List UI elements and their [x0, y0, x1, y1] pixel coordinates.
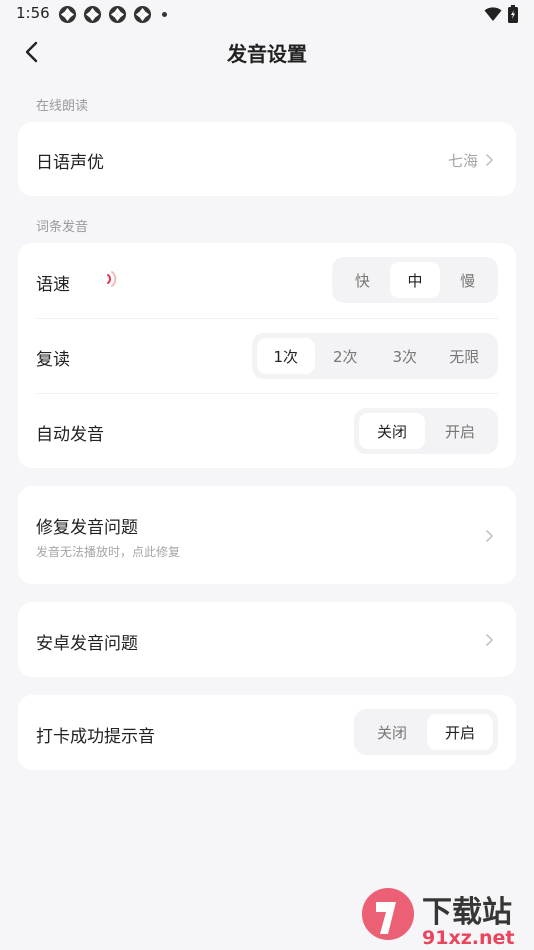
repeat-option[interactable]: 无限	[436, 338, 494, 374]
speed-label: 语速	[36, 275, 70, 295]
checkin-sound-label: 打卡成功提示音	[36, 727, 155, 747]
wifi-icon	[484, 6, 502, 26]
checkin-card: 打卡成功提示音 关闭 开启	[18, 695, 516, 770]
android-card: 安卓发音问题	[18, 602, 516, 677]
speed-segmented-control: 快中慢	[332, 257, 498, 303]
notification-app-icon	[58, 5, 77, 24]
auto-pronounce-segmented-control: 关闭 开启	[354, 408, 498, 454]
entry-card: 语速 快中慢 复读 1次 2次 3次 无限 自动发音 关闭 开启	[18, 243, 516, 468]
checkin-sound-segmented-control: 关闭 开启	[354, 709, 498, 755]
voice-actor-row[interactable]: 日语声优 七海	[18, 122, 516, 196]
repeat-option[interactable]: 1次	[257, 338, 315, 374]
android-pronunciation-label: 安卓发音问题	[36, 634, 138, 654]
checkin-sound-row: 打卡成功提示音 关闭 开启	[18, 695, 516, 770]
section-label-online: 在线朗读	[36, 99, 89, 114]
chevron-right-icon	[484, 152, 494, 166]
auto-pronounce-option[interactable]: 关闭	[359, 413, 425, 449]
app-header: 发音设置	[0, 30, 534, 74]
voice-actor-value: 七海	[447, 152, 478, 170]
notification-app-icon	[133, 5, 152, 24]
repeat-label: 复读	[36, 350, 70, 370]
chevron-right-icon	[484, 632, 494, 646]
repeat-option[interactable]: 2次	[317, 338, 375, 374]
status-time: 1:56	[16, 4, 50, 22]
system-icons	[484, 5, 518, 27]
page-title: 发音设置	[227, 42, 307, 66]
checkin-sound-option[interactable]: 关闭	[359, 714, 425, 750]
watermark-logo: 下载站 91xz.net	[358, 884, 530, 949]
chevron-right-icon	[484, 528, 494, 542]
more-notifications-dot	[162, 12, 167, 17]
fix-pronunciation-row[interactable]: 修复发音问题 发音无法播放时，点此修复	[18, 486, 516, 584]
auto-pronounce-label: 自动发音	[36, 425, 104, 445]
notification-icons	[58, 5, 167, 24]
notification-app-icon	[108, 5, 127, 24]
online-card: 日语声优 七海	[18, 122, 516, 196]
watermark-text: 下载站	[422, 895, 512, 930]
speed-option[interactable]: 慢	[442, 262, 493, 298]
auto-pronounce-option[interactable]: 开启	[427, 413, 493, 449]
checkin-sound-option[interactable]: 开启	[427, 714, 493, 750]
fix-pronunciation-subtitle: 发音无法播放时，点此修复	[36, 545, 181, 559]
battery-icon	[508, 5, 518, 27]
watermark-domain: 91xz.net	[422, 927, 514, 948]
android-pronunciation-row[interactable]: 安卓发音问题	[18, 602, 516, 677]
speed-row: 语速 快中慢	[18, 243, 516, 318]
sound-wave-icon[interactable]	[104, 269, 120, 289]
speed-option[interactable]: 快	[337, 262, 388, 298]
speed-option[interactable]: 中	[389, 262, 441, 298]
status-bar: 1:56	[0, 0, 534, 30]
notification-app-icon	[83, 5, 102, 24]
section-label-entry: 词条发音	[36, 220, 89, 235]
repeat-option[interactable]: 3次	[376, 338, 434, 374]
voice-actor-label: 日语声优	[36, 153, 104, 173]
repeat-segmented-control: 1次 2次 3次 无限	[252, 333, 498, 379]
fix-pronunciation-label: 修复发音问题	[36, 518, 138, 538]
repeat-row: 复读 1次 2次 3次 无限	[18, 319, 516, 393]
auto-pronounce-row: 自动发音 关闭 开启	[18, 394, 516, 468]
fix-card: 修复发音问题 发音无法播放时，点此修复	[18, 486, 516, 584]
